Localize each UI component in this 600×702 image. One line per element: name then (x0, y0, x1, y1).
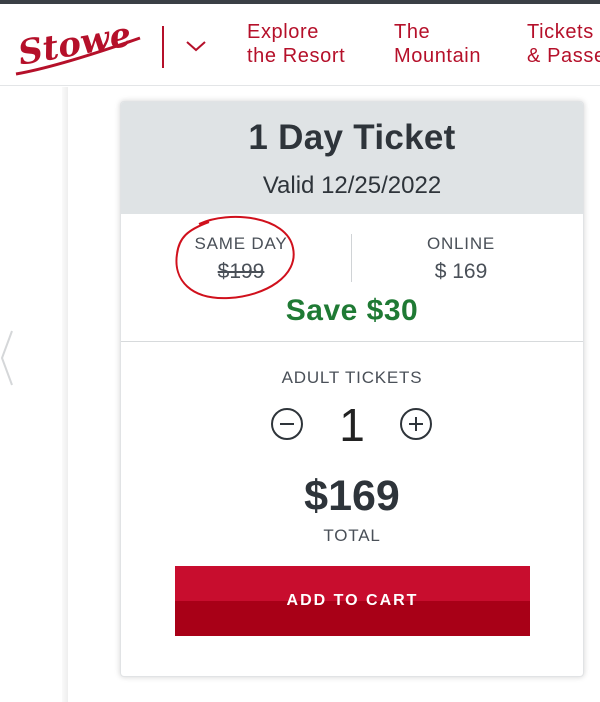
nav-line: the Resort (247, 45, 346, 67)
total-label: TOTAL (323, 526, 381, 545)
stowe-logo[interactable]: Stowe (10, 16, 144, 78)
online-price: $ 169 (434, 260, 488, 283)
page-body: 1 Day Ticket Valid 12/25/2022 SAME DAY $… (0, 87, 600, 702)
quantity-label: ADULT TICKETS (281, 368, 423, 387)
same-day-price-block: SAME DAY $199 (151, 234, 331, 284)
header-divider (162, 26, 164, 68)
nav-line: & Passes (527, 45, 600, 67)
nav-line: Mountain (394, 45, 482, 67)
quantity-value: 1 (339, 399, 365, 451)
nav-line: Tickets (527, 21, 594, 43)
logo-text: Stowe (15, 16, 134, 74)
nav-tickets-passes[interactable]: Tickets & Passes (527, 20, 600, 68)
quantity-stepper: 1 (121, 398, 583, 451)
ticket-header: 1 Day Ticket Valid 12/25/2022 (121, 102, 583, 214)
plus-icon[interactable] (400, 408, 432, 440)
minus-icon[interactable] (271, 408, 303, 440)
nav-line: The (394, 21, 431, 43)
nav-line: Explore (247, 21, 320, 43)
online-label: ONLINE (426, 234, 496, 253)
online-price-block: ONLINE $ 169 (371, 234, 551, 284)
total-price: $169 (304, 472, 400, 520)
ticket-title: 1 Day Ticket (248, 118, 456, 157)
ticket-card: 1 Day Ticket Valid 12/25/2022 SAME DAY $… (120, 101, 584, 677)
same-day-label: SAME DAY (194, 234, 288, 253)
carousel-edge (62, 87, 68, 702)
chevron-left-icon[interactable] (0, 327, 14, 389)
nav-the-mountain[interactable]: The Mountain (394, 20, 481, 68)
add-to-cart-button[interactable]: ADD TO CART (175, 566, 530, 636)
price-comparison: SAME DAY $199 ONLINE $ 169 Save $30 (121, 214, 583, 342)
nav-explore-resort[interactable]: Explore the Resort (247, 20, 345, 68)
chevron-down-icon[interactable] (184, 38, 208, 54)
price-divider (351, 234, 352, 282)
same-day-price: $199 (217, 260, 265, 283)
site-header: Stowe Explore the Resort The Mountain Ti… (0, 4, 600, 86)
savings-text: Save $30 (285, 294, 419, 327)
ticket-valid-date: Valid 12/25/2022 (262, 172, 442, 199)
